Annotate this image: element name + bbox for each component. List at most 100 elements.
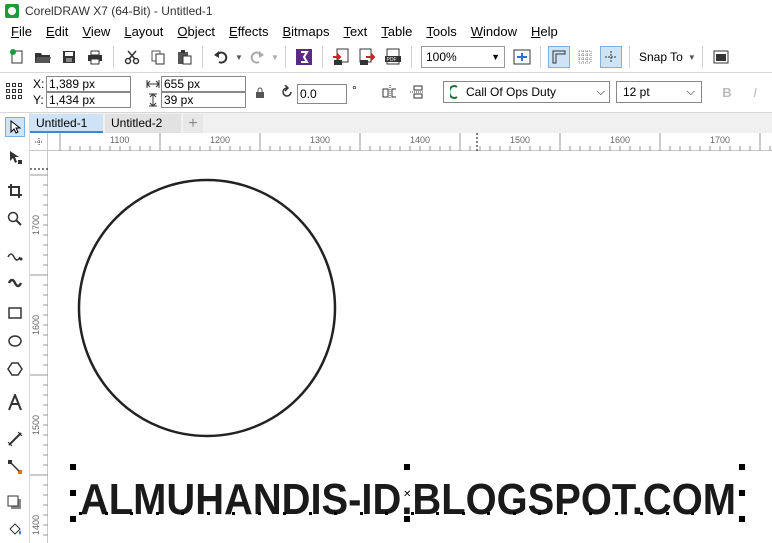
character-node[interactable] — [308, 512, 312, 515]
vertical-ruler[interactable]: 1700 1600 1500 1400 — [30, 151, 48, 543]
mirror-vertical-icon[interactable] — [410, 85, 424, 99]
publish-pdf-icon[interactable]: PDF — [382, 46, 404, 68]
italic-icon[interactable]: I — [748, 85, 762, 100]
drop-shadow-tool-icon[interactable] — [5, 493, 25, 513]
menu-view[interactable]: View — [75, 22, 117, 42]
full-screen-preview-icon[interactable] — [511, 46, 533, 68]
ruler-origin[interactable] — [30, 133, 48, 151]
crop-tool-icon[interactable] — [5, 181, 25, 201]
selection-handle-top-right[interactable] — [739, 464, 745, 470]
character-node[interactable] — [410, 512, 414, 515]
character-node[interactable] — [691, 512, 694, 515]
menu-layout[interactable]: Layout — [117, 22, 170, 42]
character-node[interactable] — [665, 512, 669, 515]
character-node[interactable] — [155, 512, 159, 515]
menu-edit[interactable]: Edit — [39, 22, 75, 42]
character-node[interactable] — [359, 512, 363, 515]
mirror-horizontal-icon[interactable] — [382, 85, 396, 99]
selection-handle-bottom-left[interactable] — [70, 516, 76, 522]
selection-handle-top-left[interactable] — [70, 464, 76, 470]
y-position-field[interactable]: 1,434 px — [46, 92, 131, 108]
character-node[interactable] — [716, 512, 720, 515]
character-node[interactable] — [461, 512, 465, 515]
freehand-tool-icon[interactable] — [5, 245, 25, 265]
reference-point-icon[interactable] — [6, 83, 22, 99]
character-node[interactable] — [589, 512, 592, 515]
pick-tool-icon[interactable] — [5, 117, 25, 137]
tab-untitled-2[interactable]: Untitled-2 — [105, 114, 181, 133]
snap-to-dropdown-icon[interactable]: ▼ — [687, 53, 697, 62]
menu-text[interactable]: Text — [336, 22, 374, 42]
menu-window[interactable]: Window — [464, 22, 524, 42]
menu-help[interactable]: Help — [524, 22, 565, 42]
character-node[interactable] — [436, 512, 439, 515]
character-node[interactable] — [130, 512, 133, 515]
selection-handle-middle-right[interactable] — [739, 490, 745, 496]
menu-table[interactable]: Table — [374, 22, 419, 42]
save-icon[interactable] — [58, 46, 80, 68]
character-node[interactable] — [104, 512, 108, 515]
width-field[interactable]: 655 px — [161, 76, 246, 92]
character-node[interactable] — [206, 512, 210, 515]
tab-untitled-1[interactable]: Untitled-1 — [30, 114, 103, 133]
lock-ratio-icon[interactable] — [253, 86, 267, 100]
new-document-icon[interactable] — [6, 46, 28, 68]
circle-shape[interactable] — [77, 178, 337, 438]
menu-tools[interactable]: Tools — [419, 22, 463, 42]
character-node[interactable] — [512, 512, 516, 515]
paste-icon[interactable] — [173, 46, 195, 68]
character-node[interactable] — [79, 512, 82, 515]
character-node[interactable] — [232, 512, 235, 515]
character-node[interactable] — [334, 512, 337, 515]
character-node[interactable] — [385, 512, 388, 515]
copy-icon[interactable] — [147, 46, 169, 68]
character-node[interactable] — [487, 512, 490, 515]
redo-icon[interactable] — [246, 46, 268, 68]
font-family-select[interactable]: Call Of Ops Duty ⌵ — [443, 81, 610, 103]
show-guidelines-icon[interactable] — [600, 46, 622, 68]
drawing-canvas[interactable]: ALMUHANDIS-ID.BLOGSPOT.COM ✕ — [49, 152, 772, 543]
menu-object[interactable]: Object — [170, 22, 222, 42]
selection-handle-middle-left[interactable] — [70, 490, 76, 496]
fill-tool-icon[interactable] — [5, 519, 25, 539]
snap-to-button[interactable]: Snap To — [639, 50, 683, 64]
font-size-select[interactable]: 12 pt ⌵ — [616, 81, 702, 103]
character-node[interactable] — [563, 512, 567, 515]
character-node[interactable] — [181, 512, 184, 515]
undo-icon[interactable] — [210, 46, 232, 68]
horizontal-ruler[interactable]: 1100 1200 1300 1400 1500 1600 1700 — [48, 133, 772, 151]
character-node[interactable] — [538, 512, 541, 515]
print-icon[interactable] — [84, 46, 106, 68]
height-field[interactable]: 39 px — [161, 92, 246, 108]
welcome-screen-icon[interactable] — [710, 46, 732, 68]
character-node[interactable] — [283, 512, 286, 515]
text-tool-icon[interactable] — [5, 393, 25, 413]
search-content-icon[interactable] — [293, 46, 315, 68]
redo-dropdown-icon[interactable]: ▼ — [270, 53, 280, 62]
zoom-level-select[interactable]: 100% ▼ — [421, 46, 505, 68]
rectangle-tool-icon[interactable] — [5, 303, 25, 323]
shape-tool-icon[interactable] — [5, 147, 25, 167]
selection-handle-bottom-middle[interactable] — [404, 516, 410, 522]
rotation-angle-field[interactable]: 0.0 — [297, 84, 347, 104]
menu-effects[interactable]: Effects — [222, 22, 276, 42]
menu-bitmaps[interactable]: Bitmaps — [275, 22, 336, 42]
show-rulers-icon[interactable] — [548, 46, 570, 68]
selection-handle-bottom-right[interactable] — [739, 516, 745, 522]
show-grid-icon[interactable] — [574, 46, 596, 68]
bold-icon[interactable]: B — [720, 85, 734, 100]
ellipse-tool-icon[interactable] — [5, 331, 25, 351]
selection-handle-top-middle[interactable] — [404, 464, 410, 470]
parallel-dimension-tool-icon[interactable] — [5, 429, 25, 449]
cut-icon[interactable] — [121, 46, 143, 68]
menu-file[interactable]: File — [4, 22, 39, 42]
zoom-tool-icon[interactable] — [5, 209, 25, 229]
character-node[interactable] — [640, 512, 643, 515]
x-position-field[interactable]: 1,389 px — [46, 76, 131, 92]
artistic-media-tool-icon[interactable] — [5, 273, 25, 293]
character-node[interactable] — [614, 512, 618, 515]
export-icon[interactable] — [356, 46, 378, 68]
character-node[interactable] — [257, 512, 261, 515]
polygon-tool-icon[interactable] — [5, 359, 25, 379]
import-icon[interactable] — [330, 46, 352, 68]
